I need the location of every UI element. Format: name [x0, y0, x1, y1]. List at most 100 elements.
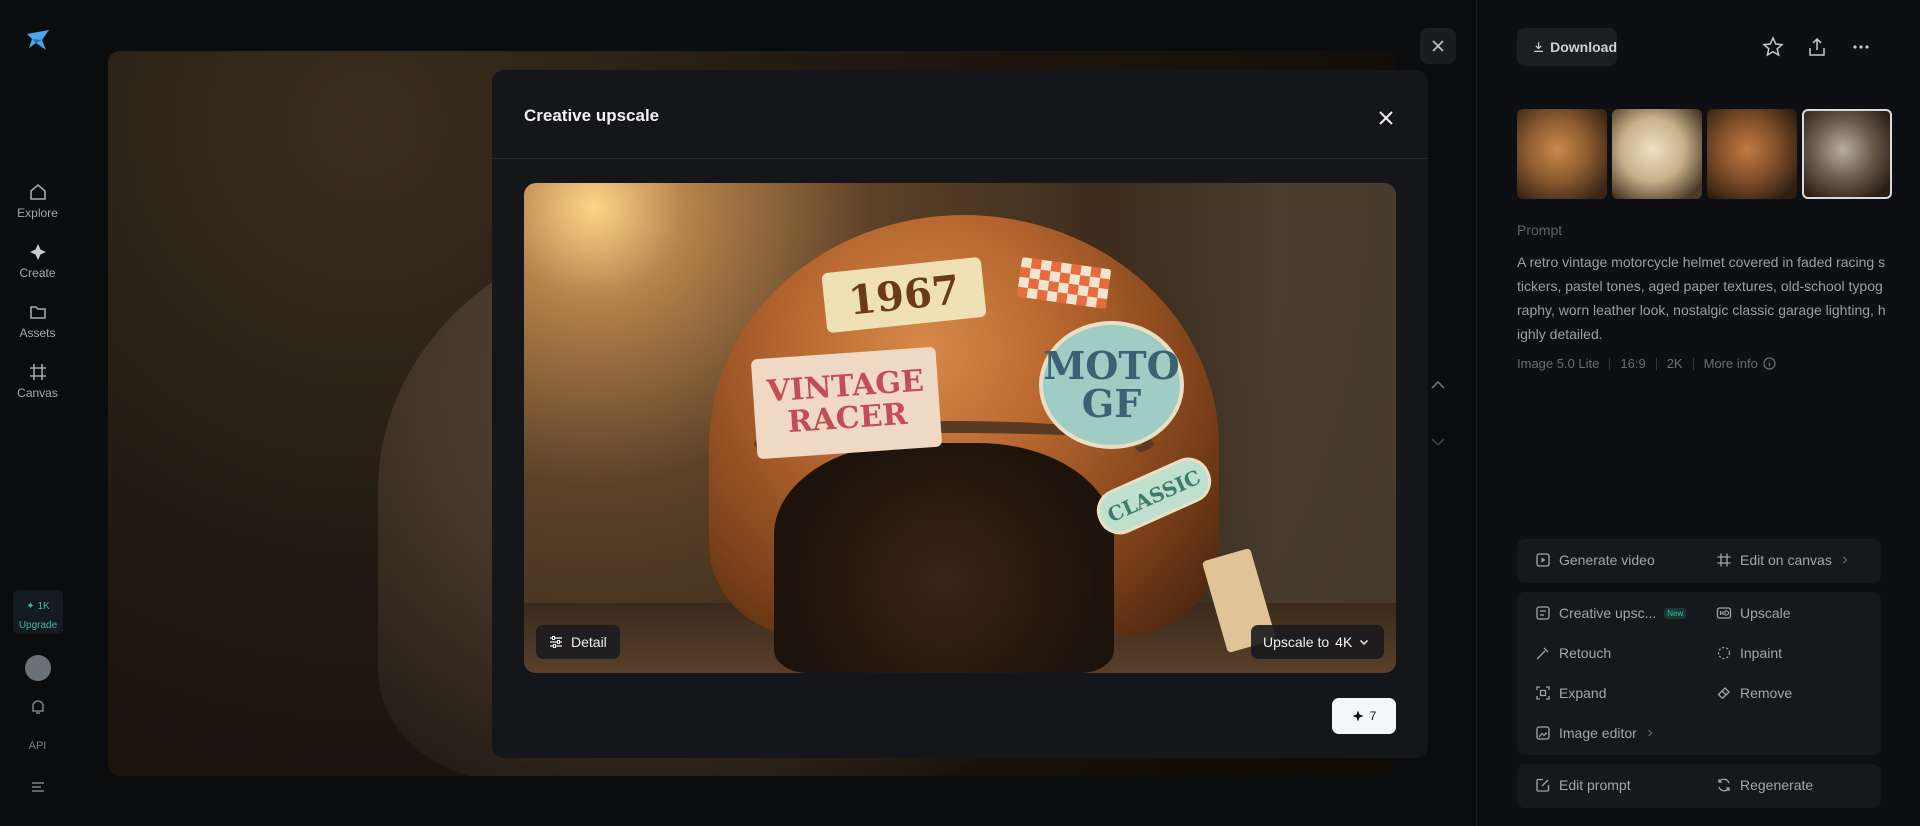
more-icon[interactable]: [1850, 36, 1872, 58]
divider: [1655, 357, 1657, 370]
inpaint-icon: [1717, 646, 1731, 660]
avatar[interactable]: [25, 655, 51, 681]
left-navigation: Explore Create Assets Canvas ✦ 1K Upgrad…: [0, 0, 75, 826]
eraser-icon: [1717, 687, 1730, 699]
more-info-label: More info: [1703, 356, 1758, 371]
variant-thumbnails: [1517, 109, 1892, 199]
star-icon[interactable]: [1762, 36, 1784, 58]
sliders-icon: [550, 636, 562, 648]
thumbnail[interactable]: [1612, 109, 1702, 199]
image-preview: 1967 VINTAGE RACER MOTO GF CLASSIC Detai…: [524, 183, 1396, 673]
action-group-edit: Creative upsc... New Upscale Retouch Inp…: [1517, 592, 1881, 755]
regenerate-button[interactable]: Regenerate: [1716, 777, 1813, 793]
inpaint-button[interactable]: Inpaint: [1716, 645, 1782, 661]
new-badge: New: [1664, 607, 1687, 619]
action-label: Retouch: [1559, 645, 1612, 661]
vintage-racer-sticker: VINTAGE RACER: [750, 346, 943, 460]
detail-button[interactable]: Detail: [536, 625, 620, 659]
creative-upscale-modal: Creative upscale 1967 VINTAGE RACER MOTO…: [492, 70, 1428, 758]
canvas-icon: [1717, 553, 1731, 567]
bell-icon[interactable]: [29, 698, 47, 716]
aspect-ratio: 16:9: [1620, 356, 1646, 371]
api-link[interactable]: API: [0, 740, 75, 752]
image-editor-button[interactable]: Image editor: [1535, 725, 1655, 741]
run-upscale-button[interactable]: 7: [1332, 698, 1396, 734]
sparkle-icon: [1352, 710, 1364, 722]
prompt-text: A retro vintage motorcycle helmet covere…: [1517, 254, 1886, 342]
close-icon: [1432, 40, 1444, 52]
upscale-to-label: Upscale to: [1263, 634, 1330, 650]
close-viewer-button[interactable]: [1420, 28, 1456, 64]
nav-create[interactable]: Create: [0, 242, 75, 280]
download-icon: [1534, 42, 1543, 52]
hd-icon: [1716, 607, 1732, 619]
action-label: Inpaint: [1740, 645, 1783, 661]
model-name: Image 5.0 Lite: [1517, 356, 1600, 371]
action-group-primary: Generate video Edit on canvas: [1517, 539, 1881, 583]
edit-icon: [1536, 778, 1550, 792]
share-icon[interactable]: [1806, 36, 1828, 58]
action-label: Regenerate: [1740, 777, 1814, 793]
remove-button[interactable]: Remove: [1716, 685, 1792, 701]
divider: [492, 158, 1428, 159]
video-icon: [1536, 553, 1550, 567]
refresh-icon: [1718, 778, 1730, 792]
chevron-up-icon[interactable]: [1428, 375, 1448, 395]
canvas-icon: [29, 364, 46, 380]
credits-value: ✦ 1K: [26, 601, 50, 612]
sparkle-icon: [29, 244, 46, 260]
action-label: Remove: [1740, 685, 1793, 701]
action-label: Edit on canvas: [1740, 552, 1832, 568]
home-icon: [29, 183, 46, 200]
chevron-down-icon: [1360, 639, 1369, 646]
edit-on-canvas-button[interactable]: Edit on canvas: [1716, 552, 1850, 568]
upscale-target-select[interactable]: Upscale to 4K: [1251, 625, 1384, 659]
divider: [1692, 357, 1694, 370]
expand-button[interactable]: Expand: [1535, 685, 1606, 701]
nav-label: Create: [19, 266, 56, 280]
info-icon: [1763, 357, 1776, 370]
image-edit-icon: [1536, 726, 1550, 740]
nav-explore[interactable]: Explore: [0, 182, 75, 220]
nav-label: Explore: [17, 206, 58, 220]
chevron-right-icon: [1647, 729, 1653, 737]
divider: [1609, 357, 1611, 370]
action-label: Generate video: [1559, 552, 1655, 568]
action-label: Expand: [1559, 685, 1607, 701]
creative-upscale-button[interactable]: Creative upsc... New: [1535, 605, 1687, 621]
helmet-opening: [774, 443, 1114, 673]
credits-upgrade[interactable]: ✦ 1K Upgrade: [13, 590, 63, 634]
cost-value: 7: [1369, 709, 1377, 723]
nav-label: Assets: [19, 326, 56, 340]
folder-icon: [29, 306, 46, 319]
edit-prompt-button[interactable]: Edit prompt: [1535, 777, 1631, 793]
moto-gf-sticker: MOTO GF: [1039, 321, 1184, 449]
nav-canvas[interactable]: Canvas: [0, 362, 75, 400]
resolution: 2K: [1666, 356, 1683, 371]
upscale-button[interactable]: Upscale: [1716, 605, 1791, 621]
thumbnail-selected[interactable]: [1802, 109, 1892, 199]
action-label: Image editor: [1559, 725, 1637, 741]
modal-title: Creative upscale: [524, 106, 660, 125]
menu-icon[interactable]: [29, 780, 47, 794]
upgrade-label: Upgrade: [18, 620, 58, 631]
image-meta: Image 5.0 Lite 16:9 2K More info: [1517, 356, 1776, 371]
close-modal-button[interactable]: [1376, 108, 1396, 128]
action-group-prompt: Edit prompt Regenerate: [1517, 764, 1881, 808]
more-info-link[interactable]: More info: [1704, 356, 1776, 371]
nav-assets[interactable]: Assets: [0, 302, 75, 340]
action-label: Creative upsc...: [1559, 605, 1657, 621]
generate-video-button[interactable]: Generate video: [1535, 552, 1655, 568]
action-label: Edit prompt: [1559, 777, 1631, 793]
thumbnail[interactable]: [1517, 109, 1607, 199]
creative-upscale-icon: [1536, 606, 1550, 620]
prompt-heading: Prompt: [1517, 222, 1563, 238]
thumbnail[interactable]: [1707, 109, 1797, 199]
retouch-button[interactable]: Retouch: [1535, 645, 1611, 661]
expand-icon: [1536, 686, 1550, 700]
details-panel: Download Prompt A retro vintage motorcyc…: [1476, 0, 1920, 826]
download-button[interactable]: Download: [1517, 28, 1617, 66]
logo-icon[interactable]: [24, 26, 52, 54]
chevron-down-icon[interactable]: [1428, 432, 1448, 452]
detail-label: Detail: [571, 634, 607, 650]
